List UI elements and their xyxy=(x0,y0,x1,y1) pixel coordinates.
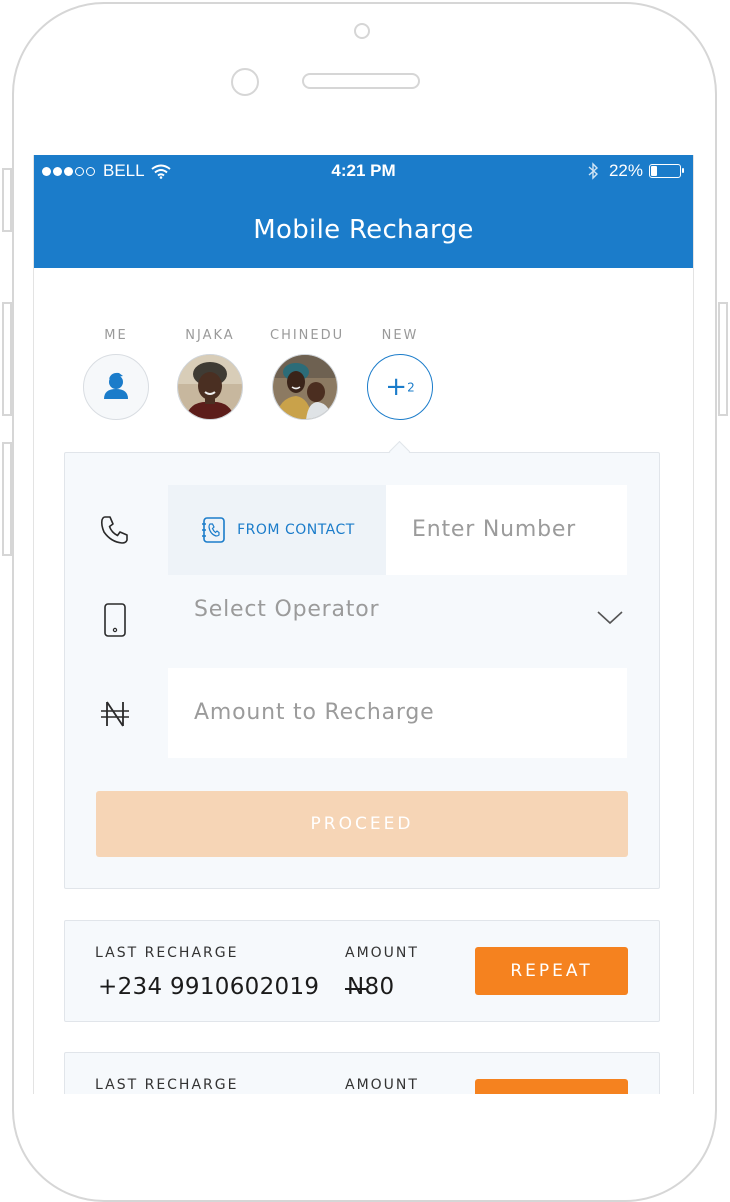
repeat-button[interactable]: REPEAT xyxy=(475,1079,628,1094)
phone-number-placeholder: Enter Number xyxy=(412,517,577,542)
amount-input[interactable]: Amount to Recharge xyxy=(168,668,627,758)
last-recharge-label: LAST RECHARGE xyxy=(95,945,239,961)
last-recharge-card: LAST RECHARGE +234 9910602019 AMOUNT N80… xyxy=(64,920,660,1022)
last-recharge-number: +234 9910602019 xyxy=(98,974,320,1000)
status-bar: BELL 4:21 PM 22% xyxy=(34,155,693,189)
bluetooth-icon xyxy=(588,162,598,180)
add-contact-indicator: +2 xyxy=(368,372,432,402)
repeat-button[interactable]: REPEAT xyxy=(475,947,628,995)
contact-njaka[interactable]: NJAKA xyxy=(175,328,245,420)
navigation-bar: Mobile Recharge xyxy=(34,189,693,268)
proceed-button[interactable]: PROCEED xyxy=(96,791,628,857)
amount-label: AMOUNT xyxy=(345,945,419,961)
chevron-down-icon[interactable] xyxy=(597,610,623,626)
avatar-photo[interactable] xyxy=(177,354,243,420)
contact-label: NEW xyxy=(381,328,419,343)
operator-placeholder: Select Operator xyxy=(194,597,380,622)
app-screen: BELL 4:21 PM 22% Mobile Recharge ME NJAK… xyxy=(33,155,694,1094)
page-title: Mobile Recharge xyxy=(253,215,474,245)
phone-icon xyxy=(100,516,128,544)
amount-value: 80 xyxy=(364,974,395,1000)
contact-label: CHINEDU xyxy=(270,328,345,343)
battery-fill xyxy=(651,166,657,176)
new-contact-count: 2 xyxy=(407,380,415,395)
from-contact-label: FROM CONTACT xyxy=(237,522,355,538)
contact-chinedu[interactable]: CHINEDU xyxy=(270,328,345,420)
battery-icon xyxy=(649,164,684,178)
avatar-photo[interactable] xyxy=(272,354,338,420)
last-recharge-card: LAST RECHARGE AMOUNT REPEAT xyxy=(64,1052,660,1094)
last-recharge-amount: N80 xyxy=(345,974,395,1000)
phone-volume-up xyxy=(2,302,12,416)
amount-label: AMOUNT xyxy=(345,1077,419,1093)
amount-placeholder: Amount to Recharge xyxy=(194,700,435,725)
avatar[interactable] xyxy=(83,354,149,420)
phone-silent-switch xyxy=(2,168,12,232)
from-contact-button[interactable]: FROM CONTACT xyxy=(168,485,386,575)
avatar-njaka-image xyxy=(178,355,242,419)
phone-volume-down xyxy=(2,442,12,556)
add-contact-button[interactable]: +2 xyxy=(367,354,433,420)
avatar-chinedu-image xyxy=(273,355,337,419)
front-camera xyxy=(231,68,259,96)
proximity-sensor xyxy=(354,23,370,39)
plus-icon: + xyxy=(385,372,408,402)
last-recharge-label: LAST RECHARGE xyxy=(95,1077,239,1093)
naira-icon xyxy=(101,701,129,727)
phone-power-button xyxy=(718,302,728,416)
contact-label: ME xyxy=(104,328,128,343)
contact-new[interactable]: NEW +2 xyxy=(365,328,435,420)
earpiece-speaker xyxy=(302,73,420,89)
status-right: 22% xyxy=(587,161,684,181)
contact-label: NJAKA xyxy=(185,328,235,343)
mobile-device-icon xyxy=(104,603,126,637)
contact-book-icon xyxy=(202,517,225,543)
battery-percent: 22% xyxy=(608,161,643,180)
contact-me[interactable]: ME xyxy=(81,328,151,420)
currency-symbol: N xyxy=(345,974,366,1000)
phone-number-input[interactable]: Enter Number xyxy=(386,485,627,575)
user-icon xyxy=(104,372,128,399)
